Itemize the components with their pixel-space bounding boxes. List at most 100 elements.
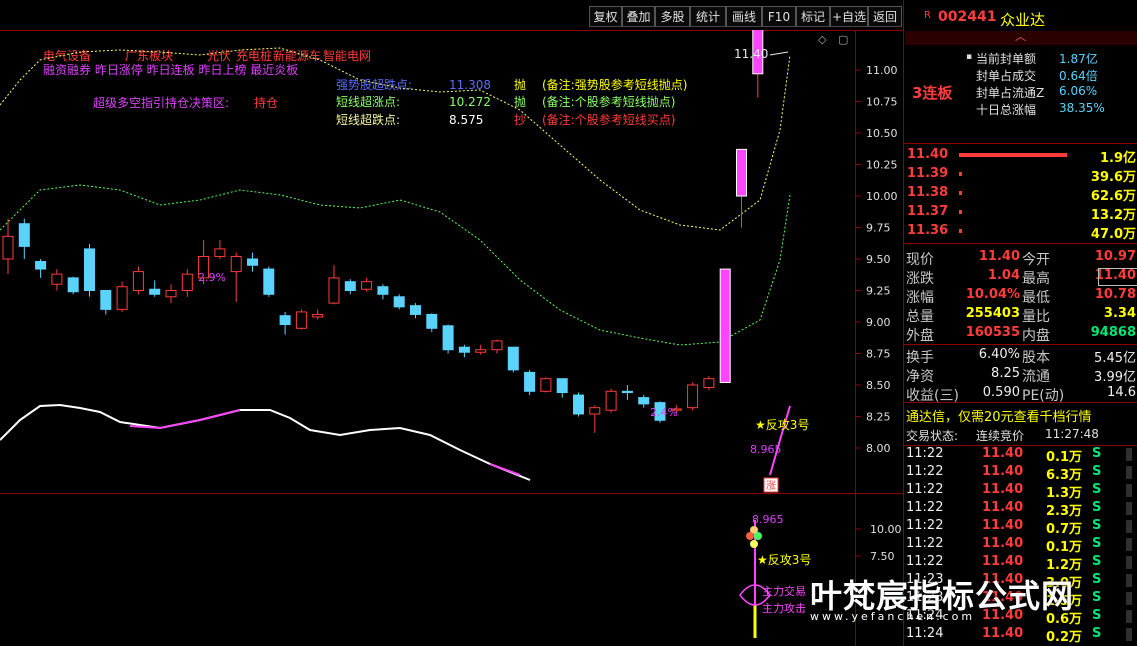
candle-body (410, 305, 421, 315)
signal-1-label: 短线超涨点: (336, 94, 400, 109)
tick-scroll-track (1126, 628, 1132, 641)
high-price-pointer (769, 51, 789, 56)
middle-band-line (0, 184, 791, 346)
candle-body (621, 390, 633, 394)
quote-value: 160535 (965, 325, 1020, 340)
tick-row: 11:22 11.40 1.2万 S (904, 554, 1137, 573)
collapse-bar[interactable]: ︿ (905, 28, 1137, 45)
tick-side: S (1092, 446, 1102, 461)
tick-scroll-track (1126, 592, 1132, 605)
bid-volume-bar (959, 210, 962, 214)
tag-electrical: 电气设备 (43, 48, 91, 63)
fund-value: 6.40% (978, 347, 1020, 362)
candle-body (263, 268, 275, 295)
candle-body (573, 394, 584, 415)
price-tick-label: 10.50 (866, 127, 898, 140)
candle-body (344, 281, 356, 291)
statistics-button[interactable]: 统计 (690, 6, 726, 27)
add-watchlist-button[interactable]: +自选 (830, 6, 868, 27)
sub-trade2-label: 主力攻击 (762, 601, 806, 615)
order-book-row: 11.38 62.6万 (904, 185, 1137, 204)
tick-row: 11:22 11.40 0.7万 S (904, 518, 1137, 537)
ad-text[interactable]: 通达信，仅需20元查看千档行情 (906, 406, 1092, 425)
window-icon[interactable]: ▢ (838, 33, 848, 46)
tick-volume: 0.7万 (1045, 522, 1082, 537)
bid-price: 11.40 (907, 147, 949, 162)
tick-row: 11:22 11.40 2.3万 S (904, 500, 1137, 519)
lower-band-line (0, 403, 531, 481)
tick-side: S (1092, 518, 1102, 533)
tag-smart-grid: 智能电网 (323, 48, 371, 63)
tick-side: S (1092, 572, 1102, 587)
ad-banner[interactable]: 通达信，仅需20元查看千档行情 (904, 406, 1137, 425)
fuquan-button[interactable]: 复权 (589, 6, 622, 27)
candle-body (377, 286, 389, 295)
mark-button[interactable]: 标记 (796, 6, 830, 27)
candle-body (442, 325, 454, 351)
bid-volume: 39.6万 (1090, 170, 1136, 185)
candle-body (589, 407, 601, 415)
f10-button[interactable]: F10 (762, 6, 796, 27)
bid-price: 11.39 (907, 166, 949, 181)
tick-scroll-track (1126, 538, 1132, 551)
kline-chart-area[interactable]: 电气设备 广东板块 光伏 充电桩 新能源车 智能电网 融资融券 昨日涨停 昨日连… (0, 30, 903, 646)
fund-value: 14.6 (1107, 385, 1136, 400)
tick-time: 11:22 (906, 464, 944, 479)
expand-diamond-icon[interactable]: ◇ (818, 33, 827, 46)
quote-row: 现价 11.40 今开 10.97 (904, 249, 1137, 268)
trade-state: 交易状态: 连续竞价 11:27:48 (904, 427, 1137, 445)
seal-stat-value: 6.06% (1059, 84, 1098, 98)
sub-price-axis: 10.00 7.50 (855, 523, 902, 563)
price-tick-label: 11.00 (866, 64, 898, 77)
seal-stat-row: 十日总涨幅 38.35% (904, 101, 1137, 119)
back-button[interactable]: 返回 (868, 6, 902, 27)
bid-volume-bar (959, 172, 962, 176)
divider (904, 402, 1137, 403)
candle-body (475, 349, 487, 353)
candle-body (247, 258, 258, 266)
bid-volume: 47.0万 (1090, 227, 1136, 242)
bullet-icon: ▪ (966, 52, 973, 62)
multi-stock-button[interactable]: 多股 (655, 6, 690, 27)
seal-stat-label: 封单占流通Z (976, 86, 1045, 100)
tick-side: S (1092, 482, 1102, 497)
overlay-button[interactable]: 叠加 (622, 6, 655, 27)
signal-2-label: 短线超跌点: (336, 112, 400, 127)
tick-price: 11.40 (982, 626, 1024, 641)
kline-chart[interactable]: 电气设备 广东板块 光伏 充电桩 新能源车 智能电网 融资融券 昨日涨停 昨日连… (0, 30, 903, 646)
tick-time: 11:22 (906, 500, 944, 515)
quote-value: 11.40 (978, 249, 1020, 264)
tick-row: 11:22 11.40 1.3万 S (904, 482, 1137, 501)
fundamental-row: 收益(三) 0.590 PE(动) 14.6 (904, 385, 1137, 404)
divider (904, 344, 1137, 345)
high-price-box (1098, 268, 1137, 286)
stock-name: 众业达 (1000, 11, 1046, 29)
fund-label: 净资 (906, 369, 934, 385)
order-book-row: 11.36 47.0万 (904, 223, 1137, 242)
bid-volume: 62.6万 (1090, 189, 1136, 204)
watermark-url: www.yefanchen.com (810, 610, 976, 623)
price-tick-label: 8.50 (866, 379, 891, 392)
candle-body (230, 255, 242, 273)
candle-body (524, 371, 536, 392)
price-tick-label: 9.00 (866, 316, 891, 329)
draw-line-button[interactable]: 画线 (726, 6, 762, 27)
fundamental-row: 换手 6.40% 股本 5.45亿 (904, 347, 1137, 366)
quote-value: 255403 (965, 306, 1020, 321)
quote-label: 今开 (1022, 252, 1050, 268)
candle-body (18, 223, 30, 247)
bid-price: 11.36 (907, 223, 949, 238)
quote-panel: R 002441 众业达 ︿ 3连板 ▪ 当前封单额 1.87亿 封单占成交 0.64倍… (903, 0, 1137, 646)
chart-toolbar: 复权 叠加 多股 统计 画线 F10 标记 +自选 返回 (0, 0, 903, 30)
tick-price: 11.40 (982, 536, 1024, 551)
candle-body (719, 268, 731, 383)
quote-label: 外盘 (906, 328, 934, 344)
price-tick-label: 8.00 (866, 442, 891, 455)
quote-label: 内盘 (1022, 328, 1050, 344)
candle-body (458, 346, 470, 353)
signal-table: 强势股超跌点: 11.308 抛 (备注:强势股参考短线抛点) 短线超涨点: 1… (336, 77, 687, 127)
sub-dot-4 (750, 540, 758, 548)
chevron-up-icon[interactable]: ︿ (1015, 28, 1026, 44)
tick-side: S (1092, 626, 1102, 641)
sector-tags: 电气设备 广东板块 光伏 充电桩 新能源车 智能电网 融资融券 昨日涨停 昨日连… (43, 48, 371, 110)
